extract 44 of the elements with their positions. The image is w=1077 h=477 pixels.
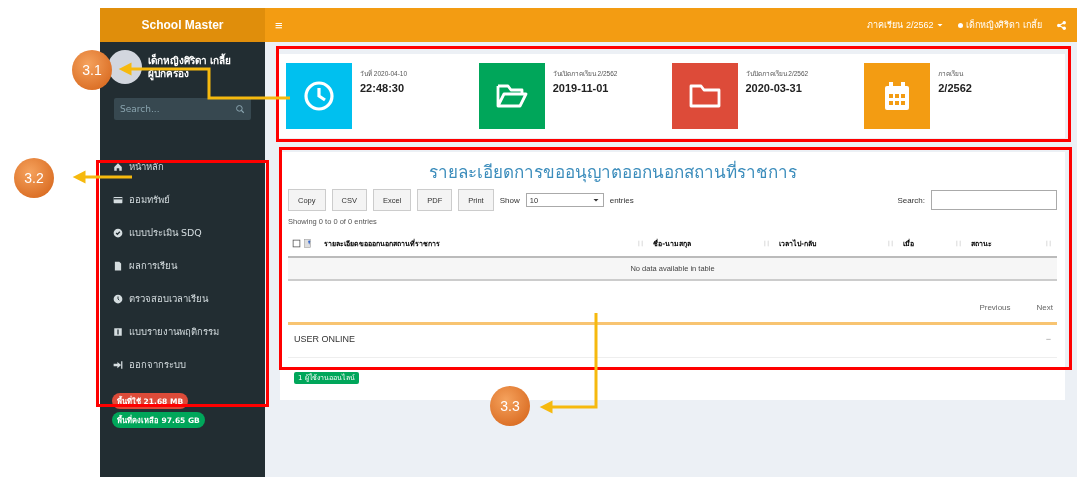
check-circle-icon xyxy=(113,227,123,238)
info-value: 2/2562 xyxy=(938,82,972,94)
share-icon xyxy=(1056,19,1067,31)
sort-icon xyxy=(1044,239,1053,248)
user-name: เด็กหญิงศิริดา เกลี้ย xyxy=(148,54,232,67)
house-icon xyxy=(113,161,123,172)
sort-icon xyxy=(636,239,646,248)
search-field[interactable] xyxy=(931,190,1057,210)
menu-item[interactable]: แบบประเมิน SDQ xyxy=(100,216,265,249)
callout-arrow xyxy=(72,170,132,184)
show-label: Show xyxy=(499,195,520,205)
caret-icon xyxy=(936,21,945,29)
search-field[interactable]: Search... xyxy=(114,98,251,120)
sign-out-icon xyxy=(113,359,123,370)
user-role: ผู้ปกครอง xyxy=(148,67,190,80)
menu-item[interactable]: ออกจากระบบ xyxy=(100,348,265,381)
panel-title: รายละเอียดการขออนุญาตออกนอกสถานที่ราชการ xyxy=(427,159,798,185)
search-icon xyxy=(235,104,245,114)
menu-item[interactable]: ผลการเรียน xyxy=(100,249,265,282)
menu-item[interactable]: หน้าหลัก xyxy=(100,150,265,183)
sort-icon xyxy=(762,239,772,248)
checkbox-icon xyxy=(292,239,301,248)
pager-link[interactable]: Next xyxy=(1036,303,1053,312)
menu-item[interactable]: แบบรายงานพฤติกรรม xyxy=(100,315,265,348)
clock-icon xyxy=(113,293,123,304)
info-value: 2020-03-31 xyxy=(745,82,803,94)
note-icon xyxy=(303,239,312,248)
sort-icon xyxy=(885,239,895,248)
search-label: Search: xyxy=(897,195,925,205)
step-marker: 3.2 xyxy=(14,158,54,198)
info-value: 22:48:30 xyxy=(360,82,406,94)
menu-item[interactable]: ตรวจสอบเวลาเรียน xyxy=(100,282,265,315)
document-icon xyxy=(113,260,123,271)
online-title: USER ONLINE xyxy=(294,334,355,344)
info-value: 2019-11-01 xyxy=(552,82,610,94)
pager-link[interactable]: Previous xyxy=(979,303,1011,312)
card-icon xyxy=(113,194,123,205)
square-icon xyxy=(113,326,123,337)
step-marker: 3.1 xyxy=(72,50,112,90)
menu-item[interactable]: ออมทรัพย์ xyxy=(100,183,265,216)
sort-icon xyxy=(954,239,964,248)
entries-label: entries xyxy=(609,195,634,205)
clock-icon xyxy=(303,80,335,112)
caret-icon xyxy=(591,196,600,204)
